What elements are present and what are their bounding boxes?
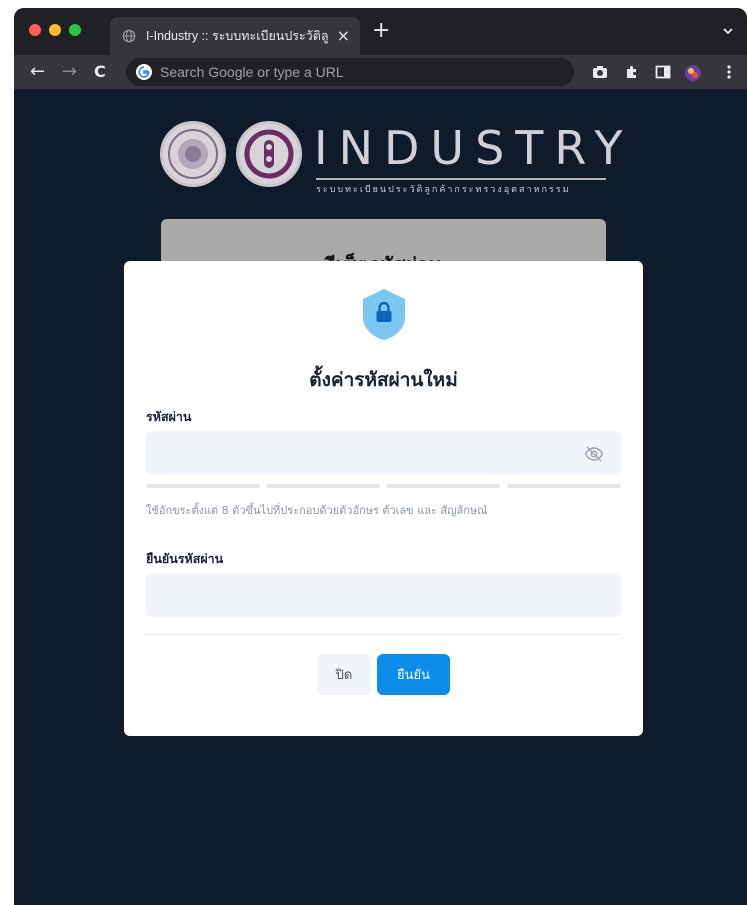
tab-strip: I-Industry :: ระบบทะเบียนประวัติลูกค้ากร… xyxy=(14,8,747,55)
password-strength-bar xyxy=(266,484,380,488)
password-label: รหัสผ่าน xyxy=(146,409,192,424)
google-icon xyxy=(136,64,152,80)
confirm-password-input[interactable] xyxy=(146,573,621,617)
camera-icon[interactable] xyxy=(592,64,608,80)
ministry-seal-logo xyxy=(160,121,226,187)
minimize-window-button[interactable] xyxy=(49,24,61,36)
globe-icon xyxy=(122,29,136,43)
password-hint: ใช้อักขระตั้งแต่ 8 ตัวขึ้นไปที่ประกอบด้ว… xyxy=(146,504,488,517)
eye-slash-icon[interactable] xyxy=(584,445,604,463)
password-input[interactable] xyxy=(146,431,621,475)
extensions-puzzle-icon[interactable] xyxy=(624,64,640,80)
set-new-password-modal: ตั้งค่ารหัสผ่านใหม่ รหัสผ่าน ใช้อักขระตั… xyxy=(124,261,643,736)
confirm-button[interactable]: ยืนยัน xyxy=(377,654,450,695)
close-button[interactable]: ปิด xyxy=(317,654,371,695)
password-strength-bar xyxy=(146,484,260,488)
tab-title: I-Industry :: ระบบทะเบียนประวัติลูกค้ากร… xyxy=(146,29,329,43)
forward-arrow-icon[interactable]: → xyxy=(62,63,77,81)
reload-icon[interactable]: C xyxy=(94,64,106,80)
confirm-password-label: ยืนยันรหัสผ่าน xyxy=(146,551,224,566)
side-panel-icon[interactable] xyxy=(655,64,671,80)
browser-toolbar: ← → C Search Google or type a URL xyxy=(14,55,747,89)
modal-divider xyxy=(146,634,621,635)
maximize-window-button[interactable] xyxy=(69,24,81,36)
back-arrow-icon[interactable]: ← xyxy=(30,63,45,81)
modal-title: ตั้งค่ารหัสผ่านใหม่ xyxy=(309,369,458,391)
tab-close-icon[interactable]: × xyxy=(337,28,350,44)
address-bar-placeholder: Search Google or type a URL xyxy=(160,64,344,80)
shield-lock-icon xyxy=(363,289,405,340)
password-strength-bar xyxy=(386,484,500,488)
profile-avatar-icon[interactable] xyxy=(684,64,702,82)
browser-tab[interactable]: I-Industry :: ระบบทะเบียนประวัติลูกค้ากร… xyxy=(110,17,360,55)
browser-window: I-Industry :: ระบบทะเบียนประวัติลูกค้ากร… xyxy=(14,8,747,905)
brand-underline xyxy=(316,178,606,180)
address-bar[interactable]: Search Google or type a URL xyxy=(126,58,574,86)
brand-title: INDUSTRY xyxy=(314,121,634,175)
page-content: INDUSTRY ระบบทะเบียนประวัติลูกค้ากระทรวง… xyxy=(14,89,747,905)
brand-subtitle: ระบบทะเบียนประวัติลูกค้ากระทรวงอุตสาหกรร… xyxy=(316,185,571,195)
chevron-down-icon[interactable] xyxy=(722,25,734,37)
password-strength-bar xyxy=(507,484,621,488)
close-window-button[interactable] xyxy=(29,24,41,36)
more-options-icon[interactable] xyxy=(726,64,732,80)
industry-logo xyxy=(236,121,302,187)
new-tab-button[interactable]: + xyxy=(372,20,390,42)
